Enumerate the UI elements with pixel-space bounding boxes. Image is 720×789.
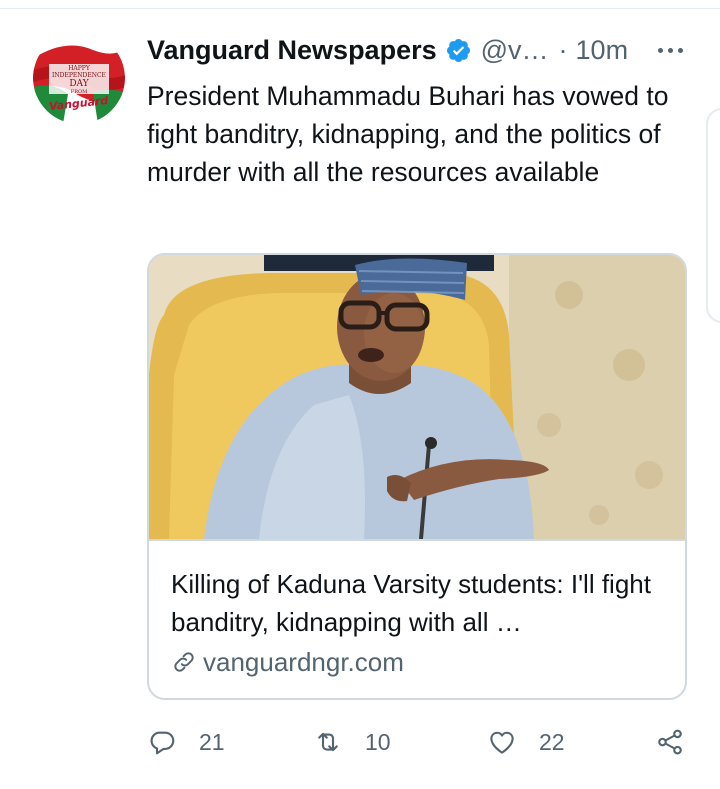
like-button[interactable]: 22: [487, 720, 565, 764]
more-dot: [677, 47, 683, 53]
avatar-line-3: DAY: [69, 79, 89, 89]
retweet-icon: [318, 732, 338, 752]
tweet-timestamp[interactable]: 10m: [576, 35, 629, 66]
more-options-icon[interactable]: [648, 30, 692, 70]
verified-badge-icon: [446, 38, 470, 62]
more-dot: [667, 47, 673, 53]
retweet-count: 10: [365, 728, 391, 755]
avatar-line-1: HAPPY: [68, 65, 91, 72]
card-domain-text: vanguardngr.com: [203, 646, 404, 677]
share-button[interactable]: [655, 720, 685, 764]
tweet-actions: 21 10 22: [0, 720, 720, 764]
tweet-header: Vanguard Newspapers @v… · 10m: [147, 30, 628, 70]
share-icon: [658, 729, 682, 755]
reply-count: 21: [199, 728, 225, 755]
vanguard-independence-day-logo: HAPPY INDEPENDENCE DAY FROM Vanguard: [33, 32, 125, 124]
avatar-line-4: FROM: [71, 89, 87, 95]
adjacent-card-edge: [706, 108, 720, 323]
top-divider: [0, 8, 720, 9]
retweet-button[interactable]: 10: [313, 720, 391, 764]
header-separator: ·: [558, 34, 568, 65]
heart-icon: [490, 731, 514, 754]
author-name[interactable]: Vanguard Newspapers: [147, 35, 437, 66]
avatar[interactable]: HAPPY INDEPENDENCE DAY FROM Vanguard: [33, 32, 125, 124]
article-photo[interactable]: [149, 255, 685, 539]
reply-button[interactable]: 21: [147, 720, 225, 764]
author-handle[interactable]: @v…: [481, 35, 549, 66]
more-dot: [657, 47, 663, 53]
link-icon: [174, 652, 194, 672]
card-divider: [149, 539, 685, 541]
link-card[interactable]: Killing of Kaduna Varsity students: I'll…: [147, 253, 687, 700]
reply-icon: [150, 731, 175, 755]
article-photo-illustration: [149, 255, 685, 539]
avatar-line-2: INDEPENDENCE: [52, 72, 106, 79]
tweet-text: President Muhammadu Buhari has vowed to …: [147, 81, 669, 187]
like-count: 22: [539, 728, 565, 755]
card-title[interactable]: Killing of Kaduna Varsity students: I'll…: [171, 565, 661, 641]
card-domain[interactable]: vanguardngr.com: [171, 643, 404, 681]
